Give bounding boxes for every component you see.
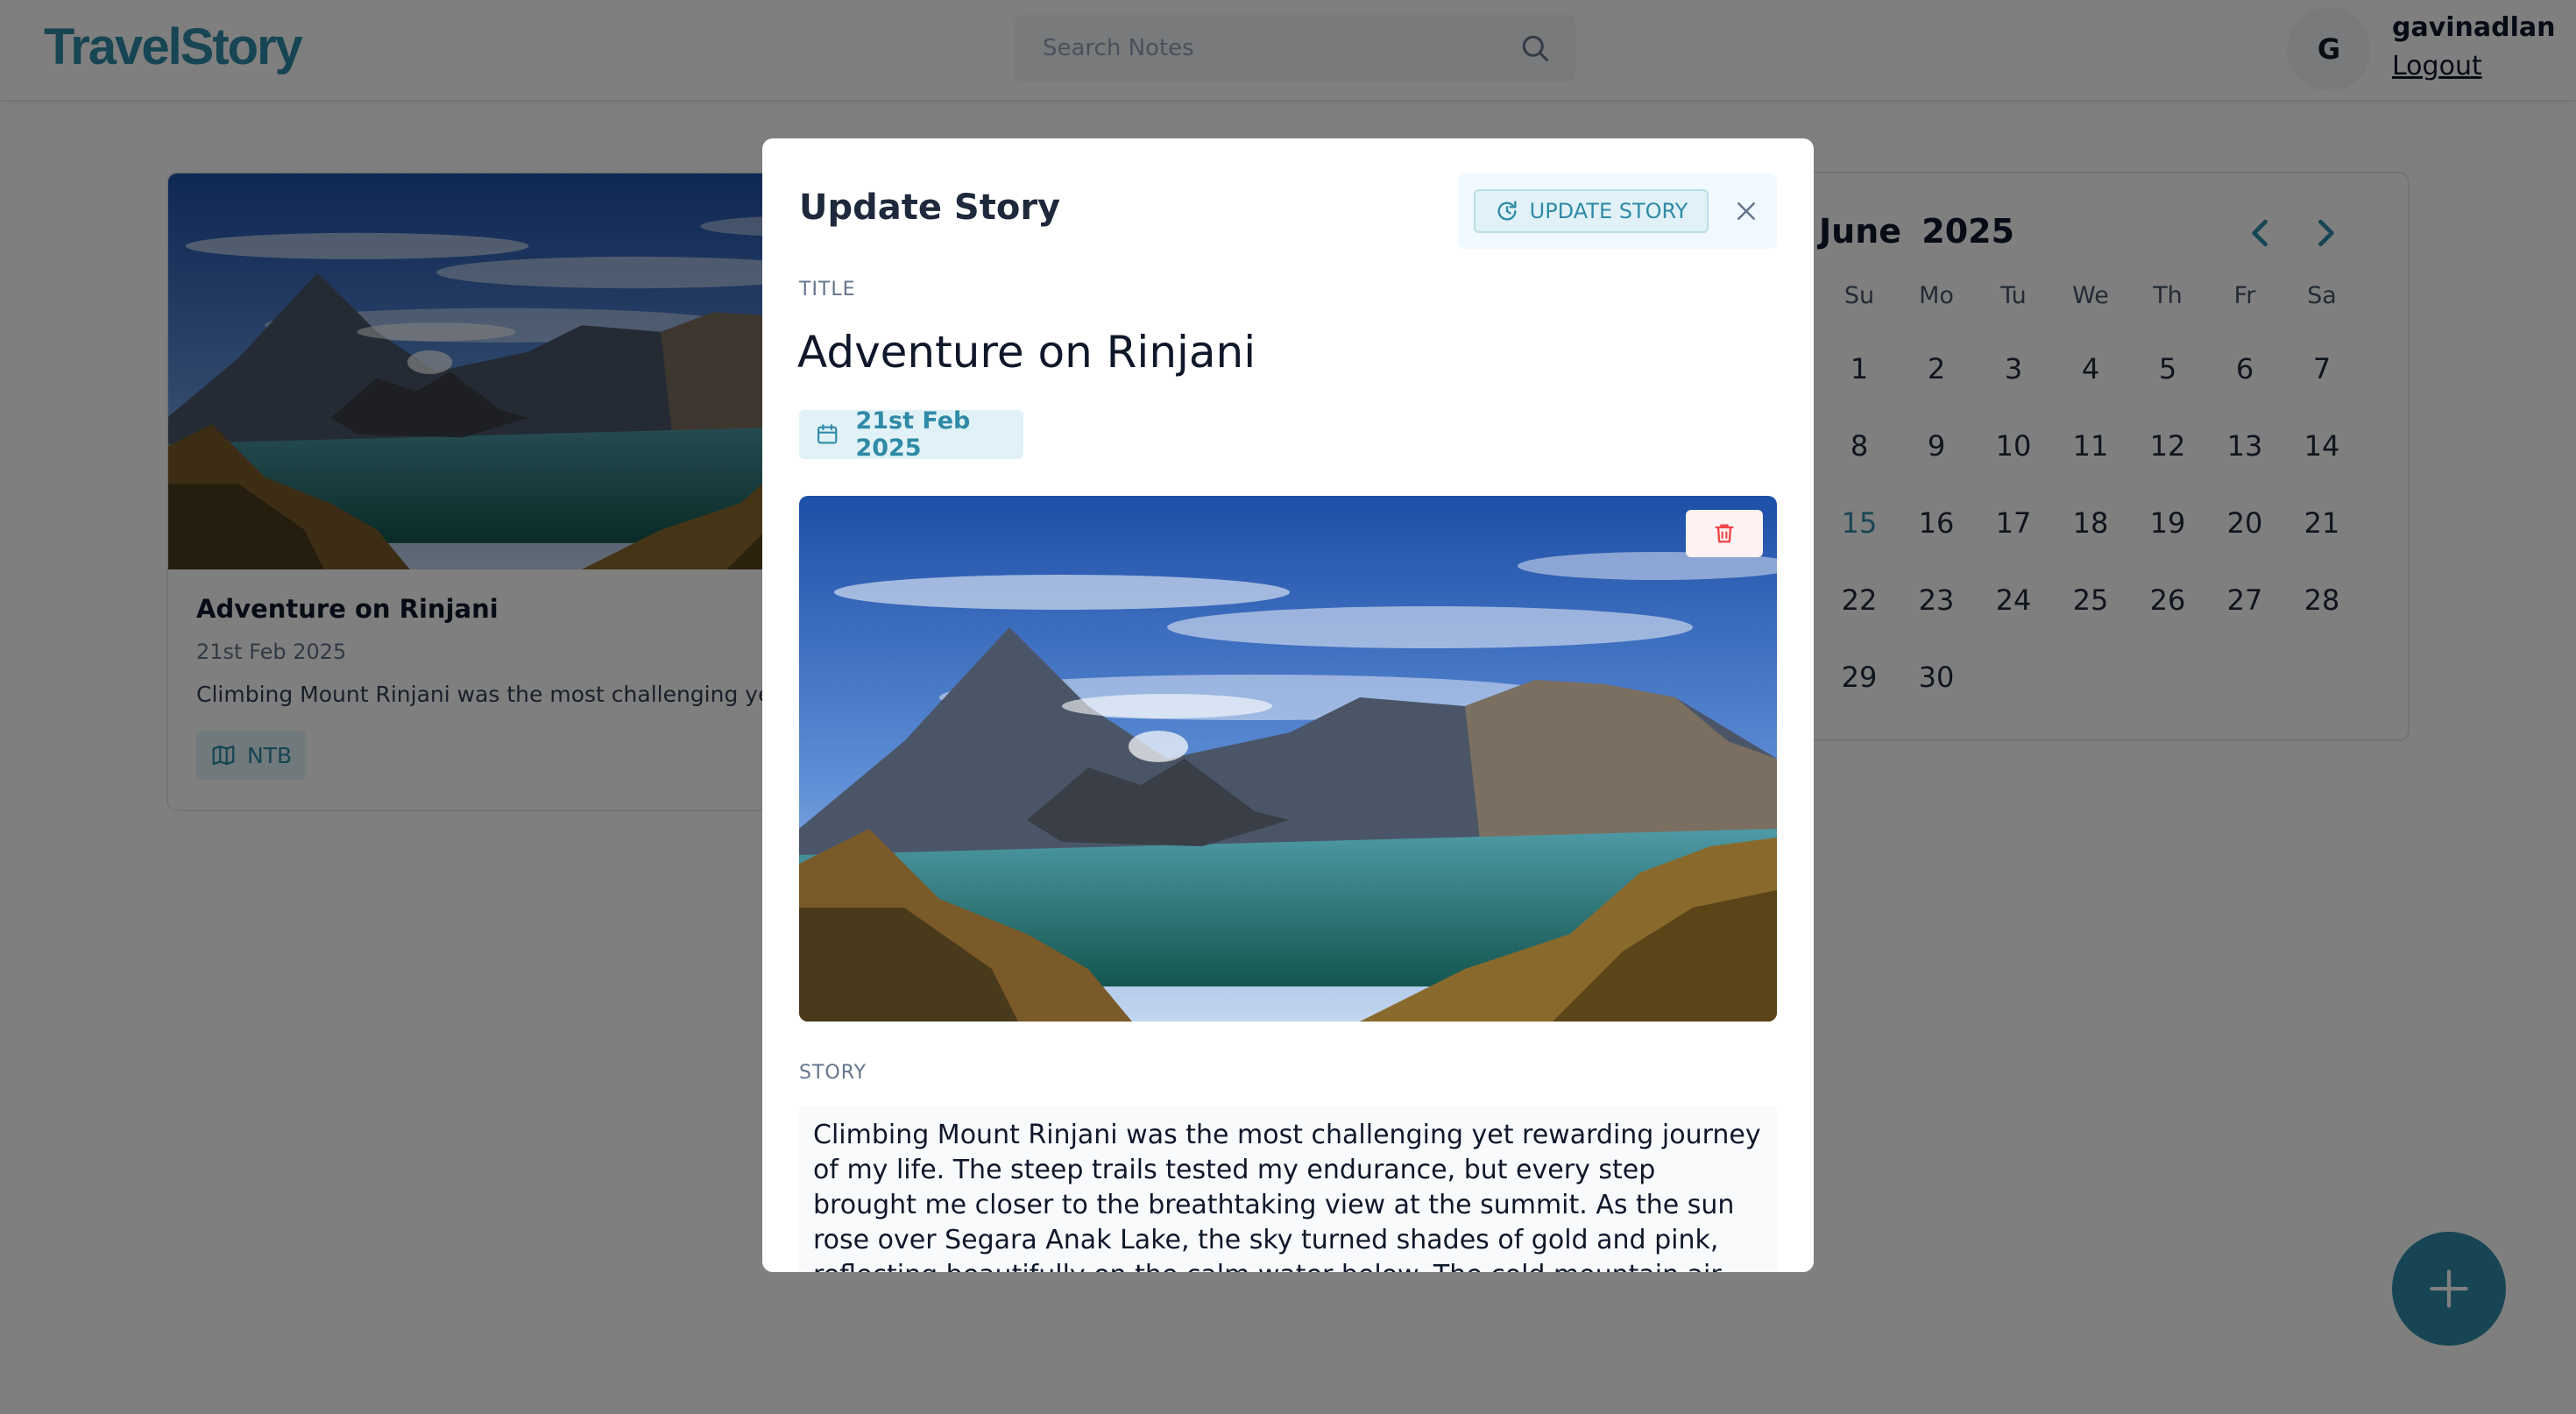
- story-textarea[interactable]: Climbing Mount Rinjani was the most chal…: [799, 1106, 1777, 1272]
- close-icon: [1737, 202, 1755, 220]
- date-label: 21st Feb 2025: [855, 407, 971, 462]
- close-button[interactable]: [1726, 191, 1766, 231]
- modal-actions: UPDATE STORY: [1458, 173, 1777, 249]
- story-photo: [799, 496, 1777, 1022]
- delete-image-button[interactable]: [1686, 510, 1763, 557]
- story-label: STORY: [799, 1062, 867, 1084]
- trash-icon: [1715, 524, 1734, 543]
- calendar-icon: [817, 424, 838, 444]
- title-input[interactable]: [797, 317, 1761, 387]
- update-story-label: UPDATE STORY: [1529, 199, 1688, 223]
- update-story-button[interactable]: UPDATE STORY: [1474, 189, 1709, 233]
- update-story-modal: Update Story UPDATE STORY TITLE 21st Feb…: [762, 138, 1814, 1272]
- modal-title: Update Story: [799, 187, 1061, 228]
- title-label: TITLE: [799, 279, 856, 300]
- refresh-icon: [1497, 201, 1517, 221]
- story-image: [799, 496, 1777, 1022]
- date-picker-button[interactable]: 21st Feb 2025: [799, 407, 1023, 462]
